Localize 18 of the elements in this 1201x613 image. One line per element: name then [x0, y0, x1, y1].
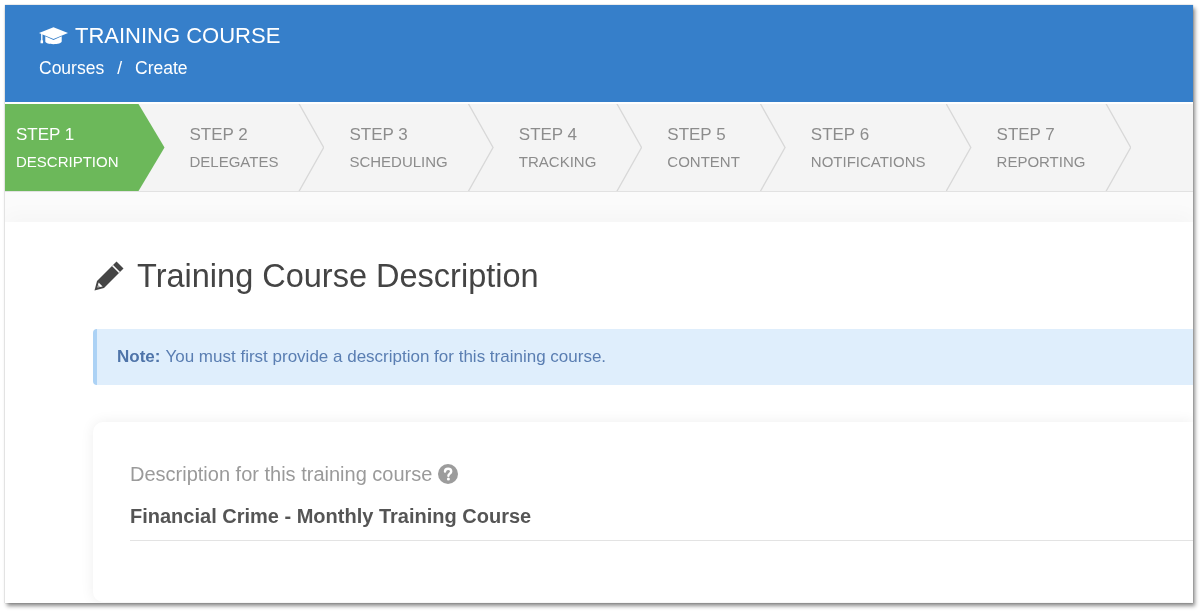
pencil-icon — [93, 260, 125, 292]
step-tab[interactable]: STEP 1 DESCRIPTION — [5, 104, 165, 191]
breadcrumb-separator: / — [117, 57, 123, 80]
step-tab[interactable]: STEP 4 TRACKING — [493, 104, 643, 191]
help-icon[interactable] — [438, 464, 459, 484]
breadcrumb-current: Create — [135, 57, 188, 80]
step-tab[interactable]: STEP 2 DELEGATES — [164, 104, 325, 191]
page-title: TRAINING COURSE — [75, 24, 281, 48]
field-label: Description for this training course — [130, 462, 433, 487]
info-note: Note: You must first provide a description for this training course. — [93, 329, 1193, 385]
breadcrumb-link[interactable]: Courses — [39, 56, 105, 80]
step-tab[interactable]: STEP 3 SCHEDULING — [324, 104, 494, 191]
section-heading: Training Course Description — [137, 257, 539, 296]
step-tab[interactable]: STEP 7 REPORTING — [971, 104, 1132, 191]
step-tab[interactable]: STEP 6 NOTIFICATIONS — [785, 104, 972, 191]
step-tab[interactable]: STEP 5 CONTENT — [642, 104, 786, 191]
description-field[interactable]: Financial Crime - Monthly Training Course — [130, 502, 1193, 541]
graduation-cap-icon — [39, 26, 68, 46]
